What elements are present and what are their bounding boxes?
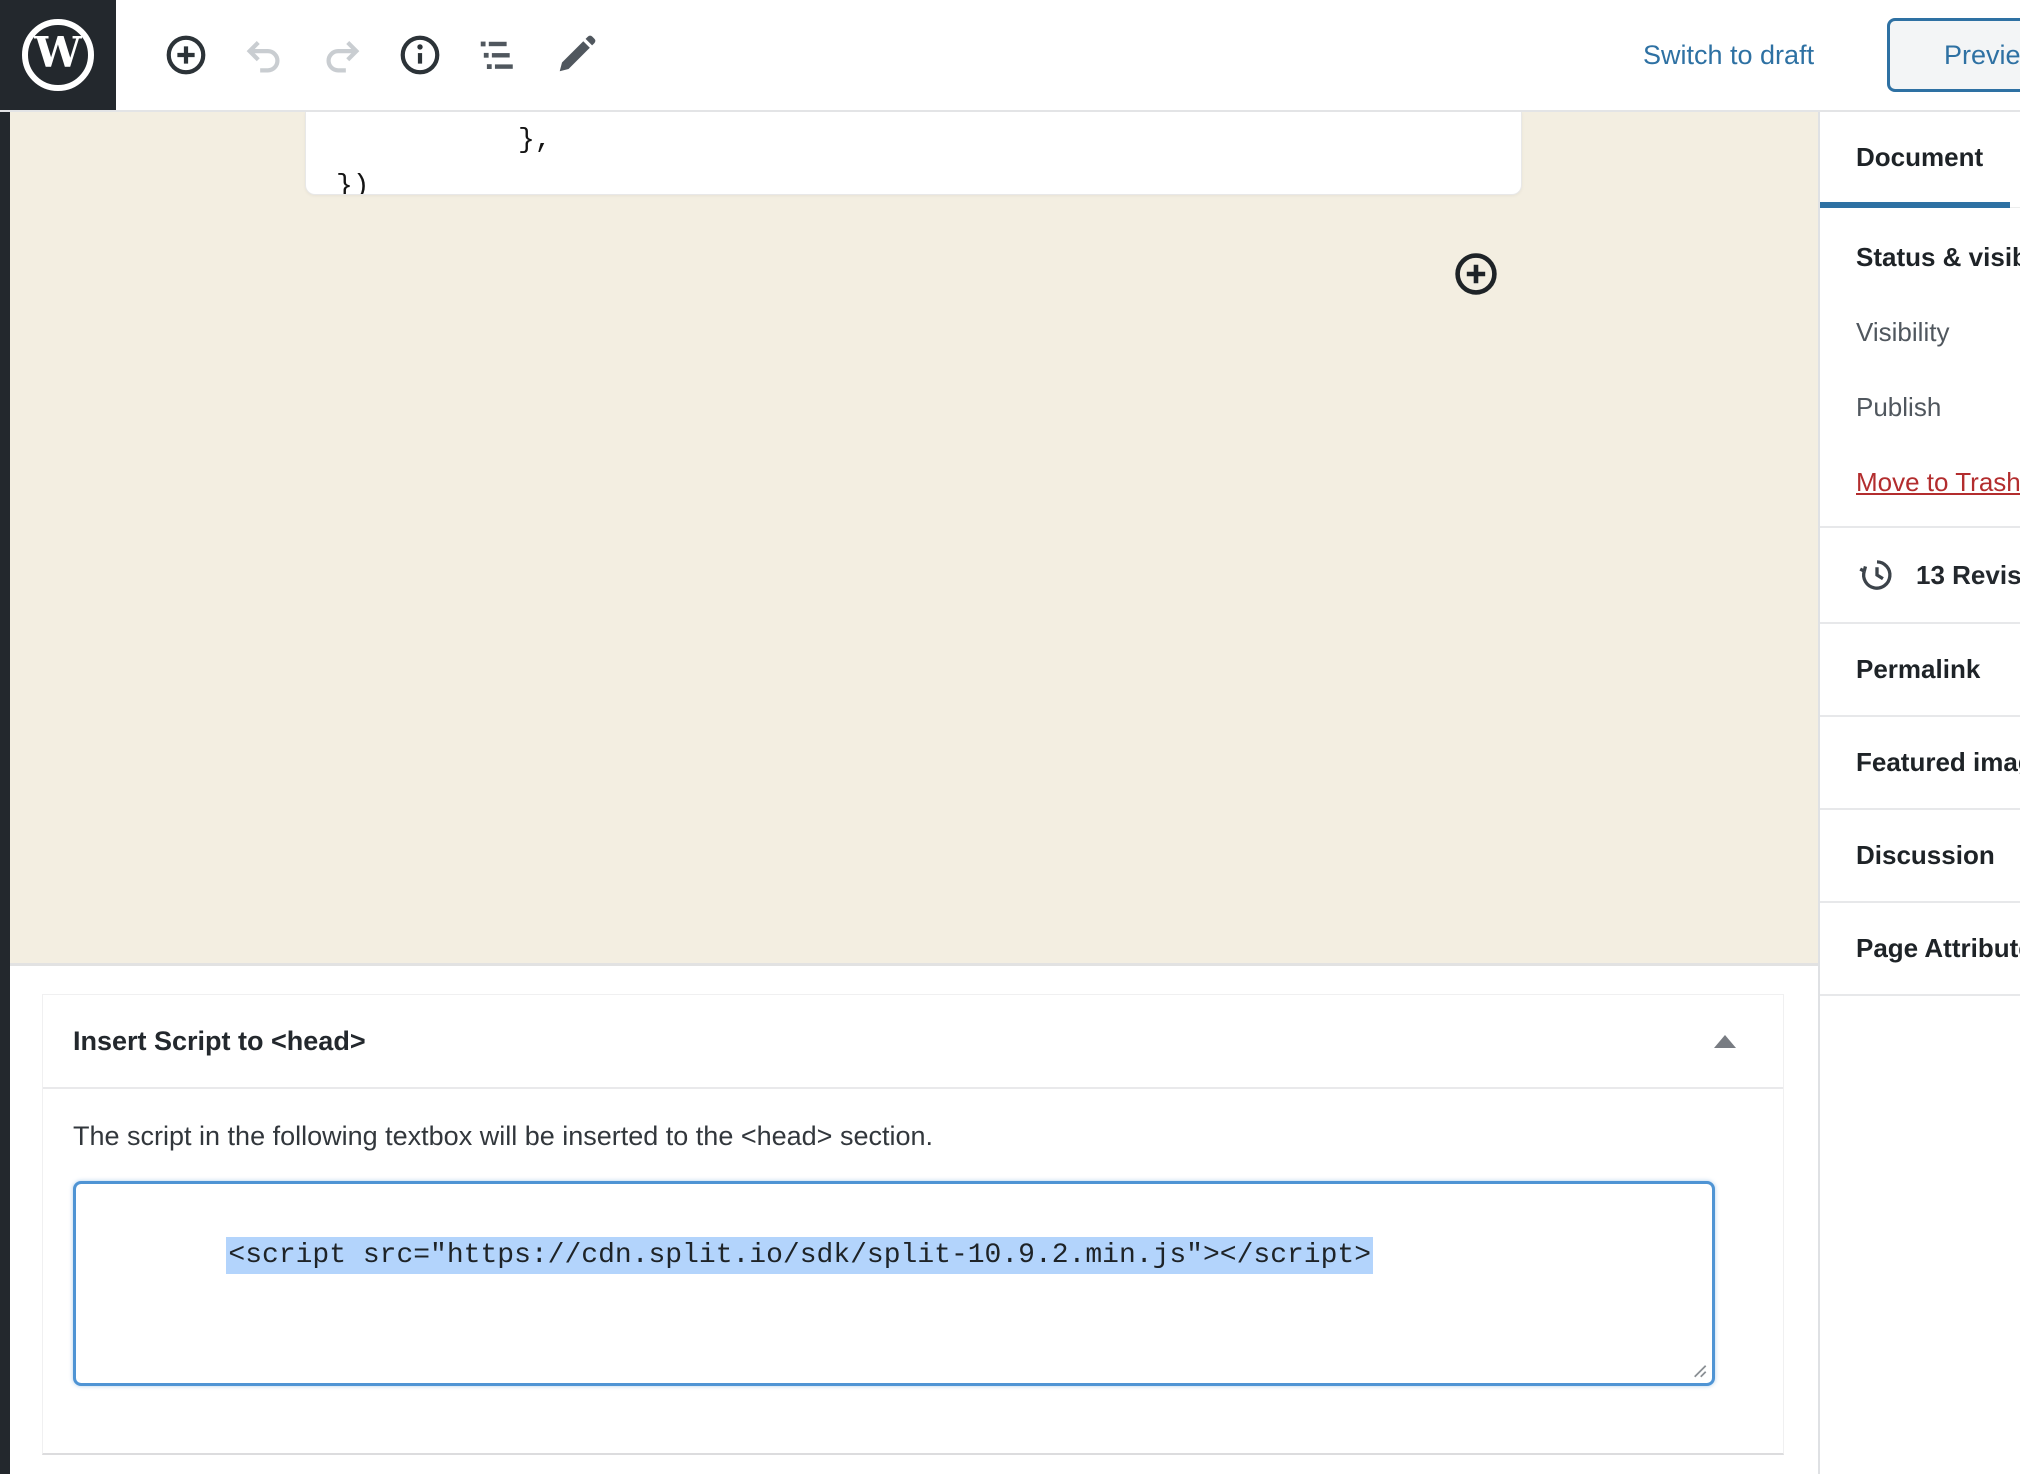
redo-icon	[319, 32, 365, 78]
panel-revisions[interactable]: 13 Revisions	[1820, 528, 2020, 624]
undo-button[interactable]	[241, 32, 287, 78]
code-editor-block[interactable]: }, })	[305, 112, 1522, 195]
panel-featured-image[interactable]: Featured image	[1820, 717, 2020, 810]
panel-permalink[interactable]: Permalink	[1820, 624, 2020, 717]
plus-circle-icon	[163, 32, 209, 78]
plus-circle-icon	[1452, 250, 1500, 298]
sidebar-tabbar: Document	[1820, 112, 2020, 208]
logo-letter: W	[34, 32, 81, 74]
panel-page-attributes[interactable]: Page Attributes	[1820, 903, 2020, 996]
toolbar-icon-group	[163, 0, 599, 110]
tab-document[interactable]: Document	[1820, 112, 2010, 208]
pencil-icon	[553, 32, 599, 78]
history-icon	[1856, 554, 1898, 596]
page-attributes-label: Page Attributes	[1856, 933, 2020, 964]
code-line: },	[306, 112, 1521, 164]
featured-image-label: Featured image	[1856, 747, 2020, 778]
add-block-button[interactable]	[163, 32, 209, 78]
metabox-description: The script in the following textbox will…	[73, 1119, 1753, 1153]
code-line: })	[306, 164, 1521, 195]
settings-sidebar: Document Status & visibility Visibility …	[1818, 112, 2020, 1474]
editor-canvas: }, })	[10, 112, 1818, 966]
script-value-selected-text: <script src="https://cdn.split.io/sdk/sp…	[226, 1237, 1373, 1274]
panel-status-title: Status & visibility	[1856, 242, 2020, 273]
preview-button[interactable]: Preview	[1887, 18, 2020, 92]
metabox-area: Insert Script to <head> The script in th…	[10, 966, 1818, 1474]
collapse-toggle-button[interactable]	[1701, 1017, 1749, 1065]
add-block-inline-button[interactable]	[1452, 250, 1500, 298]
undo-icon	[241, 32, 287, 78]
admin-menu-strip	[0, 0, 10, 1474]
list-view-button[interactable]	[475, 32, 521, 78]
panel-status-visibility: Status & visibility Visibility Publish M…	[1820, 208, 2020, 528]
tab-document-label: Document	[1856, 142, 1983, 173]
metabox-body: The script in the following textbox will…	[43, 1089, 1783, 1386]
revisions-label: 13 Revisions	[1916, 560, 2020, 591]
wordpress-logo-icon: W	[22, 19, 94, 91]
editor-toolbar: W	[0, 0, 2020, 112]
switch-to-draft-link[interactable]: Switch to draft	[1643, 0, 1814, 110]
resize-handle[interactable]	[1687, 1358, 1709, 1380]
redo-button[interactable]	[319, 32, 365, 78]
wordpress-logo-button[interactable]: W	[0, 0, 116, 110]
info-icon	[397, 32, 443, 78]
publish-row[interactable]: Publish	[1856, 392, 2020, 423]
list-view-icon	[475, 32, 521, 78]
move-to-trash-link[interactable]: Move to Trash	[1856, 467, 2020, 498]
triangle-up-icon	[1714, 1035, 1736, 1048]
insert-script-metabox: Insert Script to <head> The script in th…	[42, 994, 1784, 1455]
visibility-row[interactable]: Visibility	[1856, 317, 2020, 348]
permalink-label: Permalink	[1856, 654, 1980, 685]
head-script-textarea[interactable]: <script src="https://cdn.split.io/sdk/sp…	[73, 1181, 1715, 1386]
panel-discussion[interactable]: Discussion	[1820, 810, 2020, 903]
discussion-label: Discussion	[1856, 840, 1995, 871]
metabox-title: Insert Script to <head>	[73, 1026, 366, 1057]
info-button[interactable]	[397, 32, 443, 78]
edit-mode-button[interactable]	[553, 32, 599, 78]
metabox-header: Insert Script to <head>	[43, 995, 1783, 1089]
